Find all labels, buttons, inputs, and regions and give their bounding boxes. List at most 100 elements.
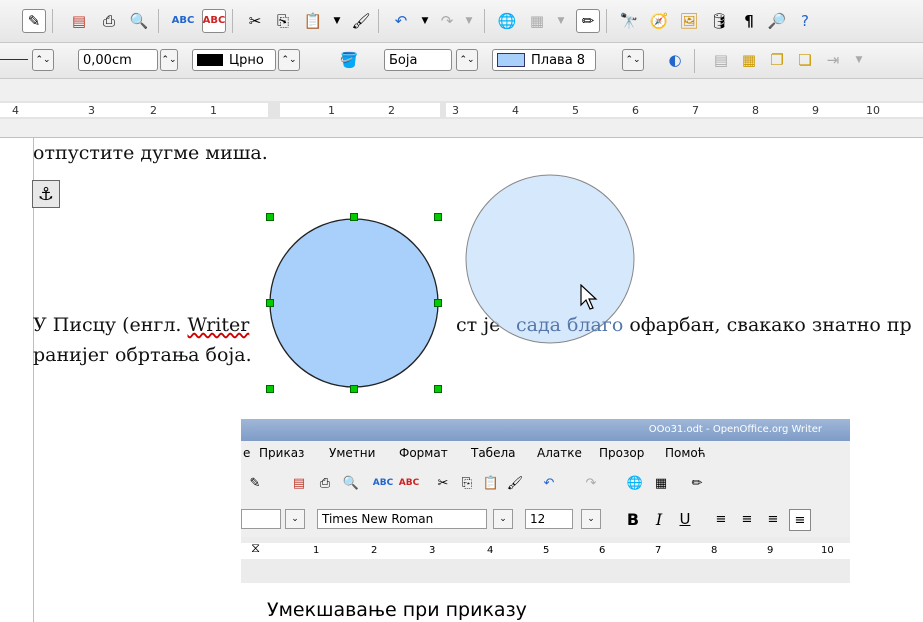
embedded-redo-icon[interactable]: ↷	[581, 473, 601, 493]
area-color-swatch	[497, 53, 525, 67]
print-preview-icon[interactable]: 🔍	[128, 10, 150, 32]
paste-icon[interactable]: 📋	[302, 10, 324, 32]
line-style-dropdown-button[interactable]: ⌃⌄	[32, 49, 54, 71]
embedded-pdf-icon[interactable]: ▤	[289, 473, 309, 493]
table-dropdown-icon[interactable]: ▼	[550, 10, 572, 32]
undo-dropdown-icon[interactable]: ▼	[414, 10, 436, 32]
ruler-number: 7	[692, 104, 699, 117]
export-pdf-icon[interactable]: ▤	[68, 10, 90, 32]
embedded-align-center-icon[interactable]: ≡	[737, 509, 757, 529]
embedded-menu-item[interactable]: Помоћ	[665, 446, 706, 460]
line-color-select[interactable]: Црно	[192, 49, 276, 71]
line-width-input[interactable]: 0,00cm	[78, 49, 158, 71]
embedded-font-dropdown[interactable]: ⌄	[493, 509, 513, 529]
embedded-bold-icon[interactable]: B	[623, 509, 643, 529]
area-color-dropdown-button[interactable]: ⌃⌄	[622, 49, 644, 71]
embedded-print-icon[interactable]: ⎙	[315, 473, 335, 493]
selection-handle-bottom-left[interactable]	[266, 385, 274, 393]
find-replace-icon[interactable]: 🔭	[618, 10, 640, 32]
embedded-ruler-number: 6	[599, 545, 606, 556]
undo-icon[interactable]: ↶	[390, 10, 412, 32]
embedded-menu-item[interactable]: Алатке	[537, 446, 582, 460]
selected-circle-shape[interactable]	[269, 218, 439, 388]
area-style-select[interactable]: Боја	[384, 49, 452, 71]
embedded-size-dropdown[interactable]: ⌄	[581, 509, 601, 529]
ruler-number: 2	[150, 104, 157, 117]
to-foreground-icon[interactable]: ⇥	[822, 49, 844, 71]
gallery-icon[interactable]: 🖼	[678, 10, 700, 32]
selection-handle-top-left[interactable]	[266, 213, 274, 221]
embedded-menu-item[interactable]: Уметни	[329, 446, 375, 460]
table-icon[interactable]: ▦	[526, 10, 548, 32]
data-sources-icon[interactable]: 🛢	[708, 10, 730, 32]
area-style-label: Боја	[389, 52, 418, 68]
embedded-autospell-icon[interactable]: ABC	[399, 473, 419, 493]
embedded-style-field[interactable]	[241, 509, 281, 529]
area-style-dropdown-button[interactable]: ⌃⌄	[456, 49, 478, 71]
embedded-style-dropdown[interactable]: ⌄	[285, 509, 305, 529]
ruler-number: 2	[388, 104, 395, 117]
embedded-preview-icon[interactable]: 🔍	[341, 473, 361, 493]
zoom-icon[interactable]: 🔎	[766, 10, 788, 32]
selection-handle-bottom-right[interactable]	[434, 385, 442, 393]
wrap-page-icon[interactable]: ▦	[738, 49, 760, 71]
area-color-select[interactable]: Плава 8	[492, 49, 596, 71]
shadow-icon[interactable]: ◐	[664, 49, 686, 71]
clone-formatting-icon[interactable]: 🖌	[350, 10, 372, 32]
embedded-copy-icon[interactable]: ⎘	[457, 473, 477, 493]
embedded-table-icon[interactable]: ▦	[651, 473, 671, 493]
embedded-edit-icon[interactable]: ✎	[245, 473, 265, 493]
toolbar-more-icon[interactable]: ▼	[848, 49, 870, 71]
selection-handle-left[interactable]	[266, 299, 274, 307]
embedded-spellcheck-icon[interactable]: ABC	[373, 473, 393, 493]
embedded-font-size-field[interactable]: 12	[525, 509, 573, 529]
line-width-spinner[interactable]: ⌃⌄	[160, 49, 178, 71]
paste-dropdown-icon[interactable]: ▼	[326, 10, 348, 32]
embedded-menu-item[interactable]: Формат	[399, 446, 448, 460]
selection-handle-bottom[interactable]	[350, 385, 358, 393]
formatting-marks-icon[interactable]: ¶	[738, 10, 760, 32]
embedded-window-title: OOo31.odt - OpenOffice.org Writer	[648, 424, 822, 435]
hyperlink-icon[interactable]: 🌐	[496, 10, 518, 32]
ruler-number: 3	[452, 104, 459, 117]
copy-icon[interactable]: ⎘	[272, 10, 294, 32]
embedded-undo-icon[interactable]: ↶	[539, 473, 559, 493]
navigator-icon[interactable]: 🧭	[648, 10, 670, 32]
embedded-align-right-icon[interactable]: ≡	[763, 509, 783, 529]
embedded-ruler-number: 10	[821, 545, 834, 556]
redo-dropdown-icon[interactable]: ▼	[458, 10, 480, 32]
selection-handle-right[interactable]	[434, 299, 442, 307]
embedded-italic-icon[interactable]: I	[649, 509, 669, 529]
embedded-draw-icon[interactable]: ✏	[687, 473, 707, 493]
selection-handle-top-right[interactable]	[434, 213, 442, 221]
embedded-menu-item[interactable]: Табела	[471, 446, 516, 460]
wrap-off-icon[interactable]: ▤	[710, 49, 732, 71]
horizontal-ruler[interactable]: 4 3 2 1 1 2 3 4 5 6 7 8 9 10	[0, 79, 923, 138]
embedded-paste-icon[interactable]: 📋	[481, 473, 501, 493]
embedded-indent-marker-icon[interactable]: ⧖	[251, 541, 260, 556]
embedded-align-left-icon[interactable]: ≡	[711, 509, 731, 529]
embedded-cut-icon[interactable]: ✂	[433, 473, 453, 493]
edit-mode-icon[interactable]: ✎	[22, 9, 46, 33]
embedded-menu-item[interactable]: Приказ	[259, 446, 304, 460]
embedded-menu-item[interactable]: Прозор	[599, 446, 644, 460]
print-icon[interactable]: ⎙	[98, 10, 120, 32]
area-icon[interactable]: 🪣	[338, 49, 360, 71]
embedded-font-name-field[interactable]: Times New Roman	[317, 509, 487, 529]
ruler-number: 3	[88, 104, 95, 117]
redo-icon[interactable]: ↷	[436, 10, 458, 32]
bring-to-front-icon[interactable]: ❐	[766, 49, 788, 71]
line-color-dropdown-button[interactable]: ⌃⌄	[278, 49, 300, 71]
embedded-menu-item[interactable]: е	[243, 446, 250, 460]
embedded-hyperlink-icon[interactable]: 🌐	[625, 473, 645, 493]
spellcheck-icon[interactable]: ABC	[172, 10, 195, 32]
embedded-justify-icon[interactable]: ≡	[789, 509, 811, 531]
show-draw-functions-icon[interactable]: ✏	[576, 9, 600, 33]
help-icon[interactable]: ?	[794, 10, 816, 32]
autospellcheck-icon[interactable]: ABC	[202, 9, 226, 33]
cut-icon[interactable]: ✂	[244, 10, 266, 32]
send-to-back-icon[interactable]: ❏	[794, 49, 816, 71]
selection-handle-top[interactable]	[350, 213, 358, 221]
embedded-underline-icon[interactable]: U	[675, 509, 695, 529]
embedded-brush-icon[interactable]: 🖌	[505, 473, 525, 493]
